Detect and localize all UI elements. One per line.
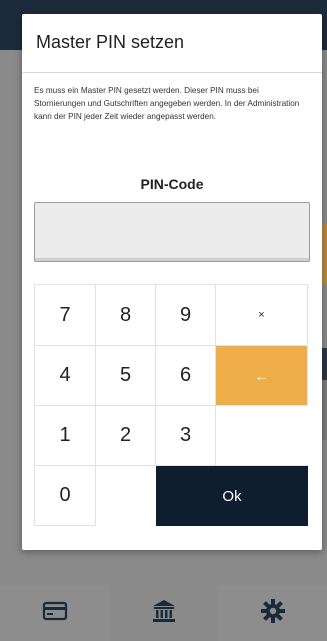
backspace-button[interactable]: ← (216, 346, 308, 406)
keypad-blank (216, 406, 308, 466)
bottom-navigation (0, 585, 327, 641)
key-6[interactable]: 6 (156, 346, 216, 406)
key-0[interactable]: 0 (34, 466, 96, 526)
bank-icon (151, 598, 177, 629)
divider (22, 72, 322, 73)
clear-button[interactable]: × (216, 284, 308, 346)
key-5[interactable]: 5 (96, 346, 156, 406)
nav-item-payment[interactable] (0, 585, 109, 641)
key-8[interactable]: 8 (96, 284, 156, 346)
key-1[interactable]: 1 (34, 406, 96, 466)
key-9[interactable]: 9 (156, 284, 216, 346)
pin-label: PIN-Code (140, 176, 204, 192)
keypad-blank (96, 466, 156, 526)
master-pin-dialog: Master PIN setzen Es muss ein Master PIN… (22, 14, 322, 550)
gear-icon (260, 598, 286, 629)
nav-item-bank[interactable] (109, 585, 218, 641)
card-icon (42, 598, 68, 629)
key-4[interactable]: 4 (34, 346, 96, 406)
dialog-message: Es muss ein Master PIN gesetzt werden. D… (34, 86, 300, 121)
ok-button[interactable]: Ok (156, 466, 308, 526)
pin-input[interactable] (34, 202, 310, 262)
nav-item-settings[interactable] (218, 585, 327, 641)
key-2[interactable]: 2 (96, 406, 156, 466)
dialog-title: Master PIN setzen (36, 32, 185, 52)
key-3[interactable]: 3 (156, 406, 216, 466)
key-7[interactable]: 7 (34, 284, 96, 346)
